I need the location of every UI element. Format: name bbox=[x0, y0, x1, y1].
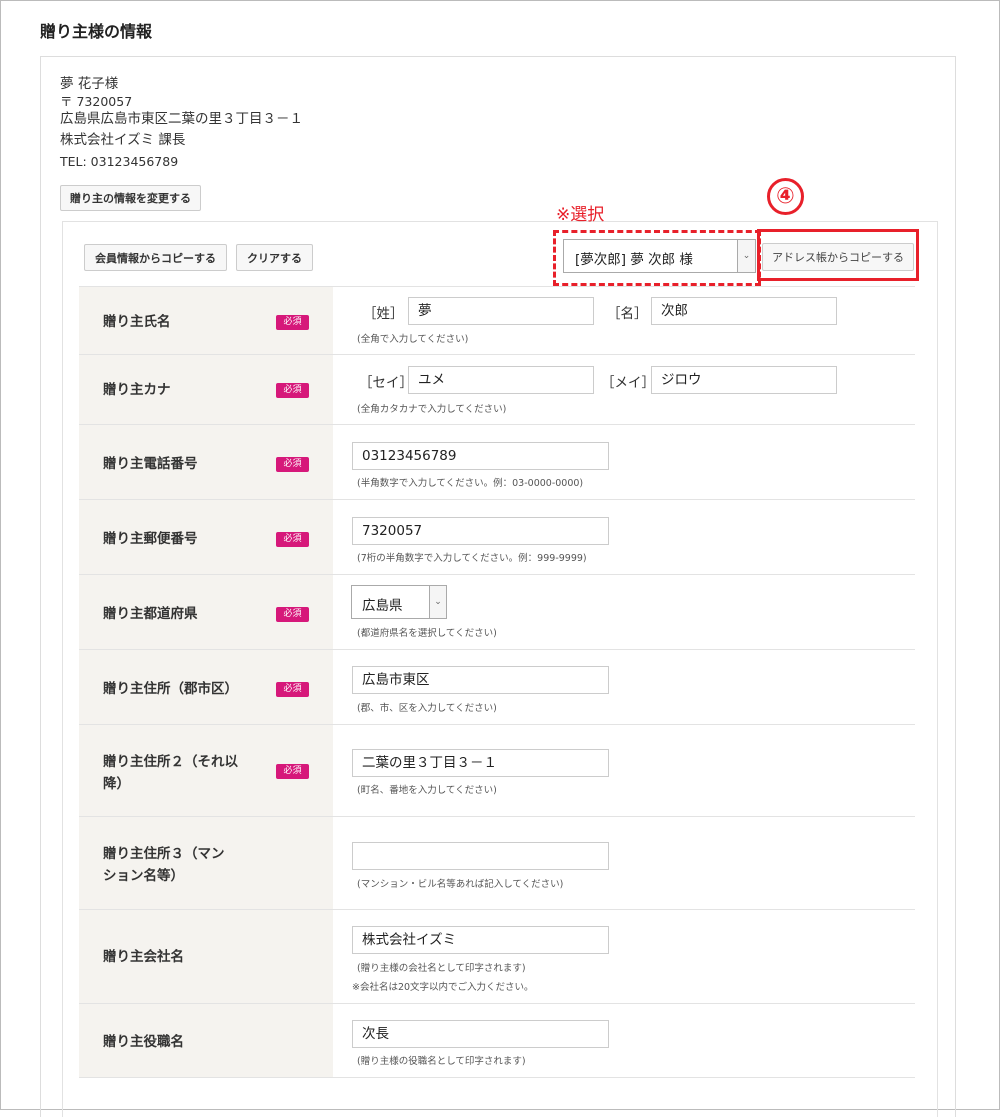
table-row: 贈り主住所３（マン ション名等） (マンション・ビル名等あれば記入してください) bbox=[79, 816, 915, 910]
row-header: 贈り主郵便番号 必須 bbox=[79, 500, 333, 575]
field-hint: (贈り主様の役職名として印字されます) bbox=[357, 1056, 526, 1067]
row-header: 贈り主住所（郡市区） 必須 bbox=[79, 650, 333, 725]
row-body: 次長 (贈り主様の役職名として印字されます) bbox=[333, 1004, 915, 1078]
copy-button-highlight bbox=[757, 229, 919, 281]
sender-name: 夢 花子様 bbox=[60, 76, 119, 92]
field-hint: (全角で入力してください) bbox=[357, 334, 469, 345]
table-row: 贈り主会社名 株式会社イズミ (贈り主様の会社名として印字されます) ※会社名は… bbox=[79, 909, 915, 1004]
row-header: 贈り主氏名 必須 bbox=[79, 287, 333, 355]
sender-summary: 夢 花子様 〒 7320057 広島県広島市東区二葉の里３丁目３－１ 株式会社イ… bbox=[60, 74, 303, 172]
field-label-line: 贈り主住所３（マン bbox=[103, 846, 225, 862]
prefecture-select-value: 広島県 bbox=[362, 598, 403, 614]
field-label: 贈り主会社名 bbox=[103, 949, 184, 965]
first-name-input[interactable]: 次郎 bbox=[651, 297, 837, 325]
row-header: 贈り主住所２（それ以 降） 必須 bbox=[79, 725, 333, 817]
postal-input[interactable]: 7320057 bbox=[352, 517, 609, 545]
field-label: 贈り主郵便番号 bbox=[103, 531, 198, 547]
select-highlight-dashed bbox=[553, 230, 761, 286]
row-body: 広島県 ⌄ (都道府県名を選択してください) bbox=[333, 575, 915, 650]
table-row: 贈り主住所（郡市区） 必須 広島市東区 (郡、市、区を入力してください) bbox=[79, 649, 915, 725]
step-number-badge: ④ bbox=[767, 178, 804, 215]
row-body: 広島市東区 (郡、市、区を入力してください) bbox=[333, 650, 915, 725]
table-bottom-border bbox=[79, 1077, 915, 1078]
field-label: 贈り主住所（郡市区） bbox=[103, 681, 238, 697]
field-label: 贈り主住所３（マン ション名等） bbox=[103, 843, 225, 887]
table-row: 贈り主都道府県 必須 広島県 ⌄ (都道府県名を選択してください) bbox=[79, 574, 915, 650]
row-body: 二葉の里３丁目３－１ (町名、番地を入力してください) bbox=[333, 725, 915, 817]
table-row: 贈り主氏名 必須 ［姓］ 夢 ［名］ 次郎 (全角で入力してください) bbox=[79, 286, 915, 355]
row-header: 贈り主住所３（マン ション名等） bbox=[79, 817, 333, 910]
required-badge: 必須 bbox=[276, 607, 309, 622]
company-input[interactable]: 株式会社イズミ bbox=[352, 926, 609, 954]
sender-address: 広島県広島市東区二葉の里３丁目３－１ bbox=[60, 111, 303, 127]
last-name-bracket: ［姓］ bbox=[363, 306, 404, 322]
table-row: 贈り主カナ 必須 ［セイ］ ユメ ［メイ］ ジロウ (全角カタカナで入力してくだ… bbox=[79, 354, 915, 425]
required-badge: 必須 bbox=[276, 764, 309, 779]
row-body: (マンション・ビル名等あれば記入してください) bbox=[333, 817, 915, 910]
row-header: 贈り主会社名 bbox=[79, 910, 333, 1004]
required-badge: 必須 bbox=[276, 383, 309, 398]
table-row: 贈り主役職名 次長 (贈り主様の役職名として印字されます) bbox=[79, 1003, 915, 1078]
field-hint: (都道府県名を選択してください) bbox=[357, 628, 497, 639]
field-hint: (贈り主様の会社名として印字されます) bbox=[357, 963, 526, 974]
required-badge: 必須 bbox=[276, 457, 309, 472]
row-header: 贈り主電話番号 必須 bbox=[79, 425, 333, 500]
first-kana-bracket: ［メイ］ bbox=[601, 375, 655, 391]
field-label: 贈り主カナ bbox=[103, 382, 171, 398]
field-label-line: ション名等） bbox=[103, 868, 184, 884]
row-header: 贈り主カナ 必須 bbox=[79, 355, 333, 425]
first-name-bracket: ［名］ bbox=[607, 306, 648, 322]
clear-button[interactable]: クリアする bbox=[236, 244, 313, 271]
sender-postal: 〒 7320057 bbox=[60, 94, 133, 109]
row-body: ［姓］ 夢 ［名］ 次郎 (全角で入力してください) bbox=[333, 287, 915, 355]
row-body: ［セイ］ ユメ ［メイ］ ジロウ (全角カタカナで入力してください) bbox=[333, 355, 915, 425]
first-kana-input[interactable]: ジロウ bbox=[651, 366, 837, 394]
field-hint: (郡、市、区を入力してください) bbox=[357, 703, 497, 714]
select-note: ※選択 bbox=[556, 205, 605, 225]
required-badge: 必須 bbox=[276, 682, 309, 697]
sender-company: 株式会社イズミ 課長 bbox=[60, 132, 186, 148]
address2-input[interactable]: 二葉の里３丁目３－１ bbox=[352, 749, 609, 777]
chevron-down-icon: ⌄ bbox=[429, 586, 446, 618]
field-hint: (町名、番地を入力してください) bbox=[357, 785, 497, 796]
field-label: 贈り主住所２（それ以 降） bbox=[103, 751, 238, 795]
row-body: 7320057 (7桁の半角数字で入力してください。例：999-9999) bbox=[333, 500, 915, 575]
field-label: 贈り主役職名 bbox=[103, 1034, 184, 1050]
position-input[interactable]: 次長 bbox=[352, 1020, 609, 1048]
field-label: 贈り主氏名 bbox=[103, 314, 171, 330]
table-row: 贈り主住所２（それ以 降） 必須 二葉の里３丁目３－１ (町名、番地を入力してく… bbox=[79, 724, 915, 817]
field-hint: (全角カタカナで入力してください) bbox=[357, 404, 507, 415]
section-title: 贈り主様の情報 bbox=[40, 22, 153, 41]
row-header: 贈り主都道府県 必須 bbox=[79, 575, 333, 650]
field-label: 贈り主都道府県 bbox=[103, 606, 198, 622]
field-label-line: 贈り主住所２（それ以 bbox=[103, 754, 238, 770]
change-sender-button[interactable]: 贈り主の情報を変更する bbox=[60, 185, 201, 211]
table-row: 贈り主電話番号 必須 03123456789 (半角数字で入力してください。例：… bbox=[79, 424, 915, 500]
field-hint: (マンション・ビル名等あれば記入してください) bbox=[357, 879, 564, 890]
row-body: 03123456789 (半角数字で入力してください。例：03-0000-000… bbox=[333, 425, 915, 500]
last-kana-input[interactable]: ユメ bbox=[408, 366, 594, 394]
city-input[interactable]: 広島市東区 bbox=[352, 666, 609, 694]
row-body: 株式会社イズミ (贈り主様の会社名として印字されます) ※会社名は20文字以内で… bbox=[333, 910, 915, 1004]
company-length-note: ※会社名は20文字以内でご入力ください。 bbox=[352, 982, 534, 993]
row-header: 贈り主役職名 bbox=[79, 1004, 333, 1078]
phone-input[interactable]: 03123456789 bbox=[352, 442, 609, 470]
table-row: 贈り主郵便番号 必須 7320057 (7桁の半角数字で入力してください。例：9… bbox=[79, 499, 915, 575]
sender-tel: TEL: 03123456789 bbox=[60, 154, 179, 169]
field-label-line: 降） bbox=[103, 776, 130, 792]
prefecture-select[interactable]: 広島県 ⌄ bbox=[351, 585, 447, 619]
last-kana-bracket: ［セイ］ bbox=[359, 375, 413, 391]
required-badge: 必須 bbox=[276, 532, 309, 547]
copy-member-button[interactable]: 会員情報からコピーする bbox=[84, 244, 227, 271]
field-hint: (半角数字で入力してください。例：03-0000-0000) bbox=[357, 478, 584, 489]
address3-input[interactable] bbox=[352, 842, 609, 870]
required-badge: 必須 bbox=[276, 315, 309, 330]
field-hint: (7桁の半角数字で入力してください。例：999-9999) bbox=[357, 553, 587, 564]
field-label: 贈り主電話番号 bbox=[103, 456, 198, 472]
last-name-input[interactable]: 夢 bbox=[408, 297, 594, 325]
